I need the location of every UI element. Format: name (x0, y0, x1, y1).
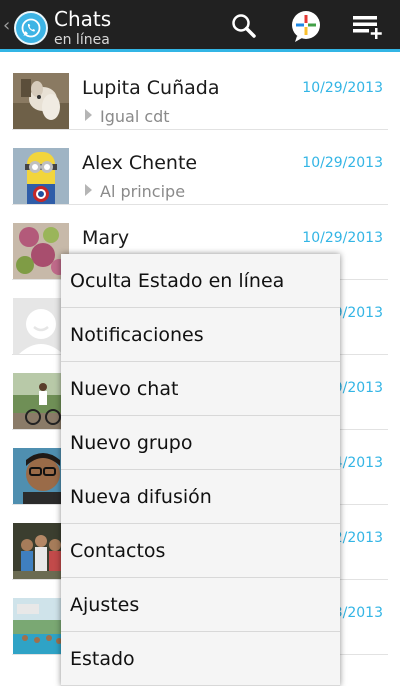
menu-item-new-chat[interactable]: Nuevo chat (61, 362, 340, 416)
menu-item-new-group[interactable]: Nuevo grupo (61, 416, 340, 470)
search-icon (232, 14, 256, 38)
new-chat-button[interactable] (348, 6, 388, 46)
last-message-text: Igual cdt (100, 107, 170, 126)
whatsapp-screen: ‹ Chats en línea Lupita Cuñada 10/29/201… (0, 0, 400, 686)
search-button[interactable] (224, 6, 264, 46)
menu-item-settings[interactable]: Ajustes (61, 578, 340, 632)
overflow-menu: Oculta Estado en línea Notificaciones Nu… (61, 254, 340, 686)
last-message-preview: Igual cdt (85, 107, 170, 126)
whatsapp-logo-icon[interactable] (14, 11, 48, 45)
status-button[interactable] (286, 6, 326, 46)
contact-name: Mary (82, 227, 130, 249)
chat-date: 10/29/2013 (302, 155, 383, 171)
contact-name: Lupita Cuñada (82, 77, 220, 99)
menu-item-status[interactable]: Estado (61, 632, 340, 686)
connection-status: en línea (54, 32, 110, 48)
chat-date: 4/2013 (333, 455, 383, 471)
status-icon (292, 11, 320, 42)
avatar[interactable] (13, 148, 69, 204)
menu-item-new-broadcast[interactable]: Nueva difusión (61, 470, 340, 524)
last-message-text: Al principe (100, 182, 186, 201)
chat-date: 9/2013 (333, 380, 383, 396)
chat-date: 9/2013 (333, 305, 383, 321)
chat-date: 3/2013 (333, 605, 383, 621)
menu-item-contacts[interactable]: Contactos (61, 524, 340, 578)
avatar[interactable] (13, 73, 69, 129)
message-arrow-icon (85, 184, 92, 196)
chat-row[interactable]: Lupita Cuñada 10/29/2013 Igual cdt (0, 55, 400, 130)
contact-name: Alex Chente (82, 152, 198, 174)
menu-item-hide-online-status[interactable]: Oculta Estado en línea (61, 254, 340, 308)
app-title: Chats (54, 7, 112, 31)
chat-date: 10/29/2013 (302, 230, 383, 246)
back-chevron-icon[interactable]: ‹ (3, 15, 10, 36)
message-arrow-icon (85, 109, 92, 121)
action-bar: ‹ Chats en línea (0, 0, 400, 52)
new-chat-icon (353, 16, 382, 39)
chat-row[interactable]: Alex Chente 10/29/2013 Al principe (0, 130, 400, 205)
chat-date: 2/2013 (333, 530, 383, 546)
menu-item-notifications[interactable]: Notificaciones (61, 308, 340, 362)
chat-date: 10/29/2013 (302, 80, 383, 96)
last-message-preview: Al principe (85, 182, 185, 201)
